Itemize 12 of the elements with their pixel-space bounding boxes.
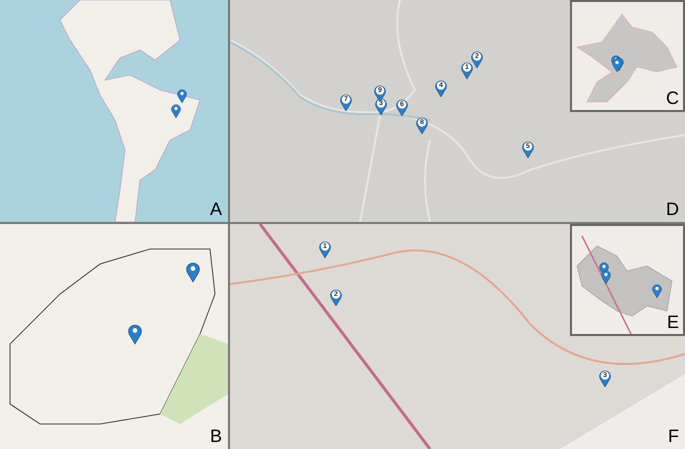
map-pin-icon (186, 261, 200, 283)
panel-label: F (668, 426, 679, 446)
panel-label: A (210, 199, 222, 219)
map-pin-icon (652, 284, 662, 298)
map-pin-icon (177, 89, 187, 103)
map-pin-icon (601, 270, 611, 284)
panel-label: B (210, 426, 222, 446)
panel-label: C (666, 88, 679, 108)
map-pin-icon (128, 323, 142, 345)
panel-label: E (666, 312, 679, 332)
panel-label: D (666, 199, 679, 219)
map-pin-icon (171, 104, 181, 118)
